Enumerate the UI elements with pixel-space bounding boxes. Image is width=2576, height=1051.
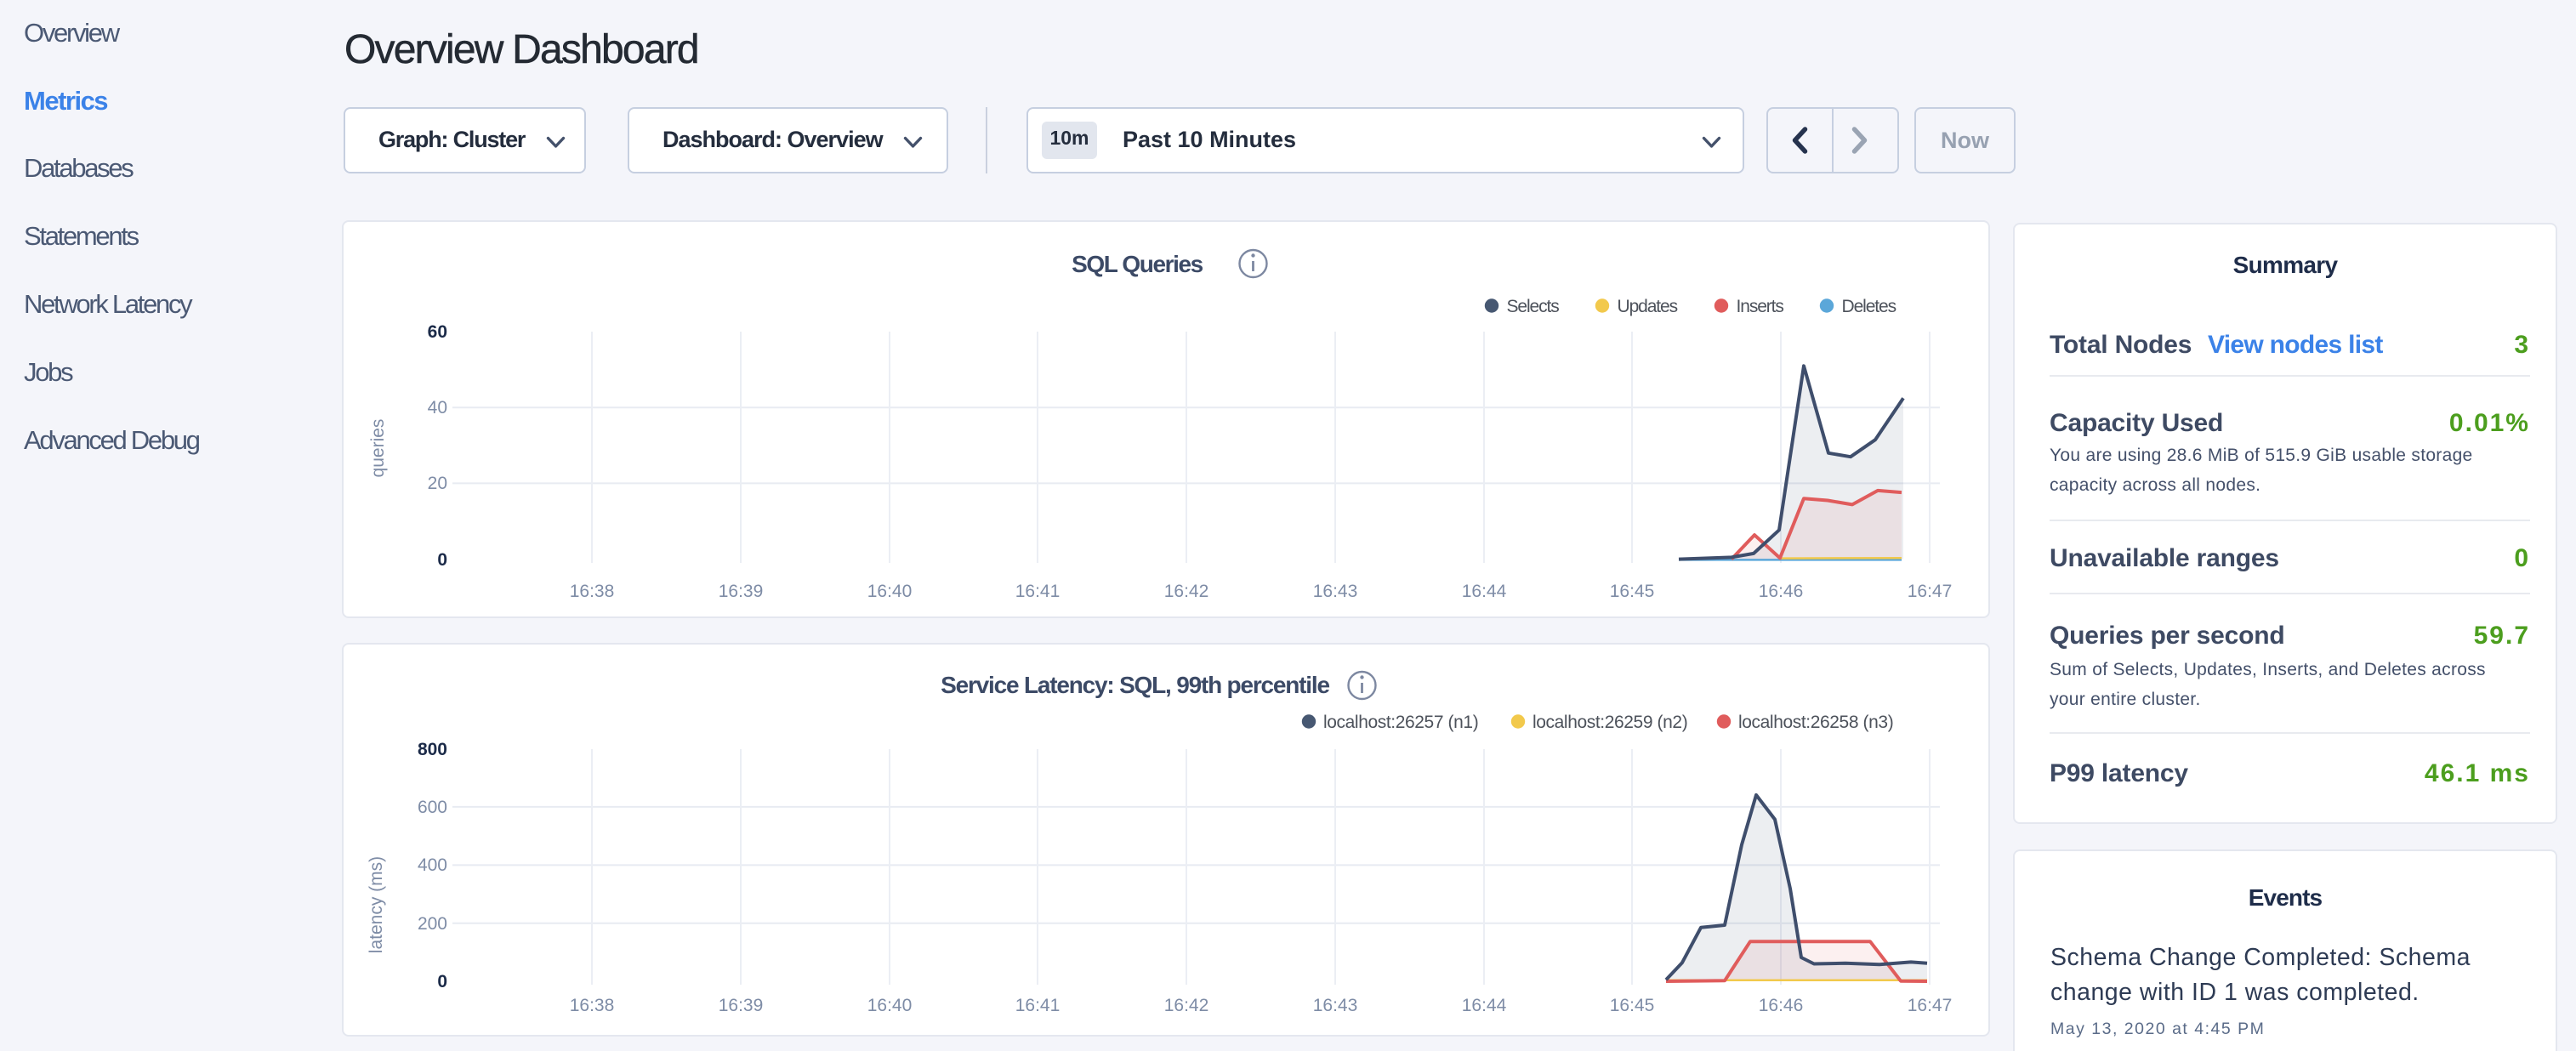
svg-text:0: 0 [437, 972, 447, 991]
svg-text:16:43: 16:43 [1313, 582, 1358, 601]
svg-text:600: 600 [418, 798, 447, 817]
svg-text:localhost:26258 (n3): localhost:26258 (n3) [1738, 713, 1893, 732]
svg-text:200: 200 [418, 914, 447, 934]
svg-text:16:46: 16:46 [1759, 996, 1804, 1015]
svg-text:16:41: 16:41 [1015, 996, 1061, 1015]
svg-text:Updates: Updates [1618, 297, 1678, 316]
svg-text:Service Latency: SQL, 99th per: Service Latency: SQL, 99th percentile [941, 672, 1329, 698]
svg-text:16:45: 16:45 [1610, 582, 1655, 601]
svg-text:16:47: 16:47 [1908, 582, 1953, 601]
svg-text:16:38: 16:38 [570, 582, 615, 601]
svg-text:Deletes: Deletes [1842, 297, 1896, 316]
svg-text:800: 800 [418, 740, 447, 759]
svg-text:16:47: 16:47 [1908, 996, 1953, 1015]
svg-text:queries: queries [368, 419, 388, 478]
svg-text:16:43: 16:43 [1313, 996, 1358, 1015]
svg-text:latency (ms): latency (ms) [367, 856, 386, 953]
svg-text:16:42: 16:42 [1164, 996, 1209, 1015]
svg-text:16:44: 16:44 [1462, 996, 1507, 1015]
svg-text:16:44: 16:44 [1462, 582, 1507, 601]
svg-text:16:39: 16:39 [719, 996, 764, 1015]
svg-text:16:46: 16:46 [1759, 582, 1804, 601]
svg-text:0: 0 [437, 550, 447, 570]
svg-text:Selects: Selects [1507, 297, 1560, 316]
svg-text:16:40: 16:40 [867, 582, 913, 601]
svg-text:localhost:26259 (n2): localhost:26259 (n2) [1533, 713, 1687, 732]
svg-text:20: 20 [428, 474, 447, 493]
svg-text:40: 40 [428, 398, 447, 418]
svg-text:16:42: 16:42 [1164, 582, 1209, 601]
svg-text:16:40: 16:40 [867, 996, 913, 1015]
svg-text:Inserts: Inserts [1737, 297, 1784, 316]
svg-text:16:45: 16:45 [1610, 996, 1655, 1015]
svg-text:16:38: 16:38 [570, 996, 615, 1015]
svg-text:16:39: 16:39 [719, 582, 764, 601]
svg-text:16:41: 16:41 [1015, 582, 1061, 601]
svg-text:SQL Queries: SQL Queries [1072, 251, 1203, 277]
svg-text:localhost:26257 (n1): localhost:26257 (n1) [1323, 713, 1478, 732]
svg-text:400: 400 [418, 855, 447, 875]
svg-text:60: 60 [428, 322, 447, 342]
